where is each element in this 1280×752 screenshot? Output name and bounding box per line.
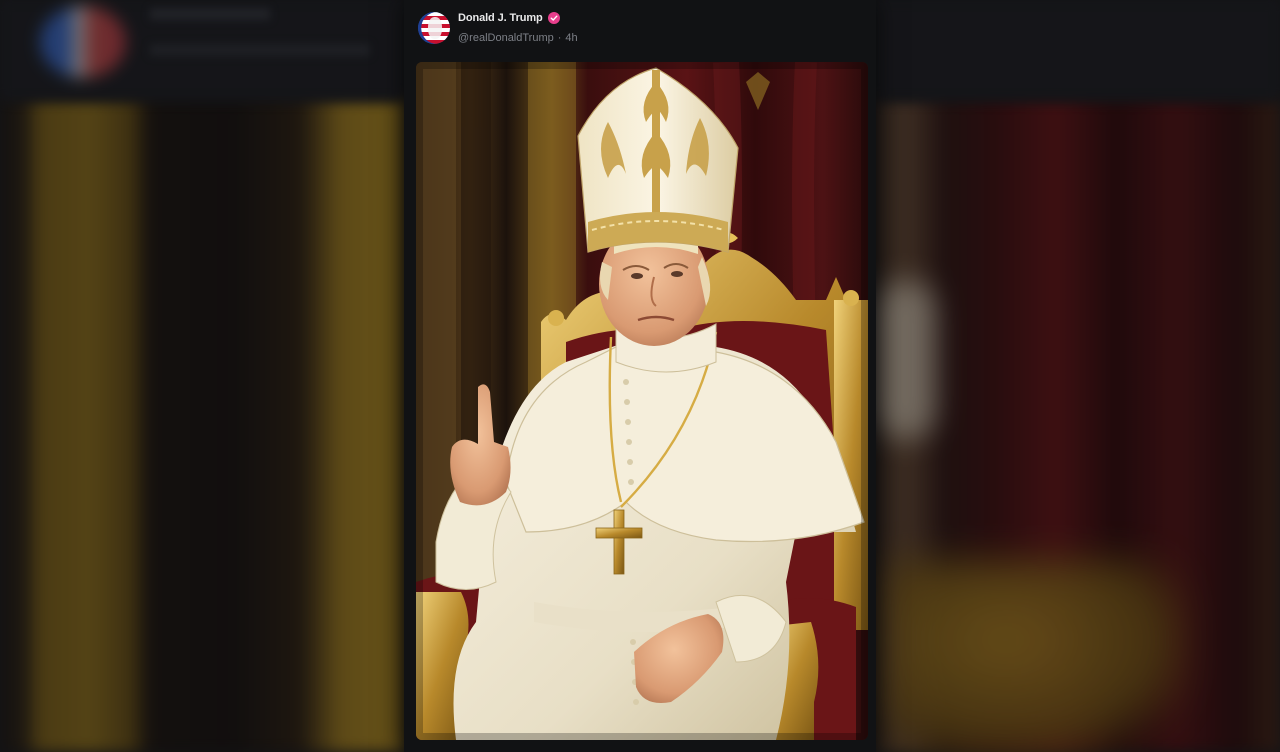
post-card: Donald J. Trump @realDonaldTrump · 4h — [404, 0, 876, 752]
author-display-name[interactable]: Donald J. Trump — [458, 12, 543, 24]
author-name-row: Donald J. Trump — [458, 12, 560, 24]
post-header: Donald J. Trump @realDonaldTrump · 4h — [404, 0, 876, 60]
verified-badge-icon — [547, 12, 560, 24]
screen: Donald J. Trump @realDonaldTrump · 4h — [0, 0, 1280, 752]
portrait-icon — [428, 17, 442, 39]
author-handle[interactable]: @realDonaldTrump — [458, 32, 554, 44]
post-image[interactable] — [416, 62, 868, 740]
papal-portrait-image — [416, 62, 868, 740]
author-meta-row: @realDonaldTrump · 4h — [458, 32, 578, 44]
meta-separator: · — [557, 32, 562, 44]
avatar[interactable] — [418, 12, 450, 44]
blurred-backdrop-left — [0, 0, 404, 752]
post-timestamp[interactable]: 4h — [565, 32, 577, 44]
blurred-backdrop-right — [876, 0, 1280, 752]
